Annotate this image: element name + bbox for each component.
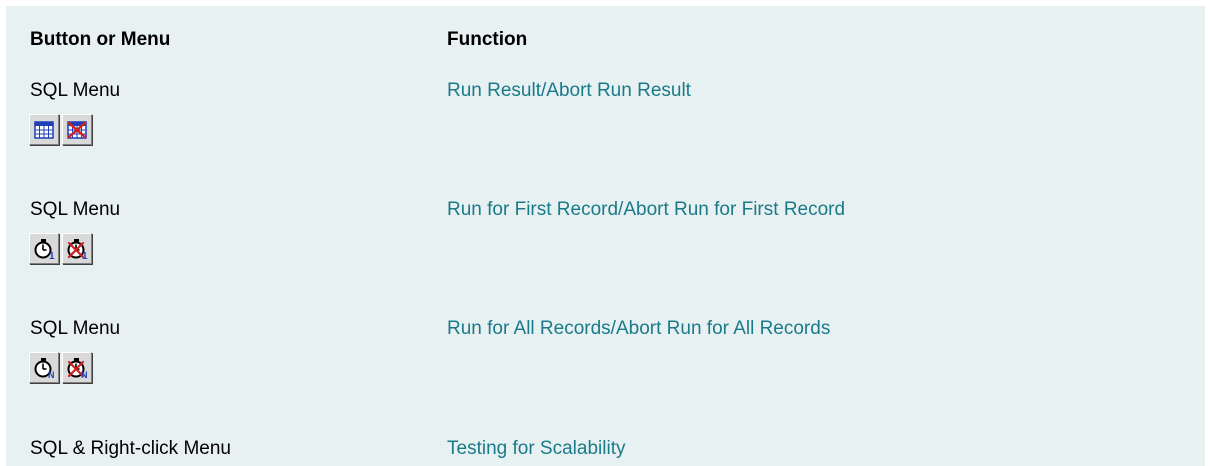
run-result-button[interactable] (29, 114, 59, 145)
svg-text:N: N (81, 370, 88, 379)
toolbar-button-group: N N (29, 352, 92, 383)
menu-location: SQL Menu (30, 318, 121, 339)
menu-location: SQL Menu (30, 80, 121, 101)
svg-text:N: N (48, 370, 55, 379)
column-header-button-or-menu: Button or Menu (30, 29, 171, 50)
function-link-testing-for-scalability[interactable]: Testing for Scalability (447, 438, 625, 460)
abort-run-first-record-stopwatch-icon: 1 (67, 238, 88, 260)
function-link-run-all-records[interactable]: Run for All Records/Abort Run for All Re… (447, 318, 830, 340)
svg-text:1: 1 (49, 251, 55, 260)
menu-location: SQL Menu (30, 199, 121, 220)
abort-run-first-record-button[interactable]: 1 (62, 233, 92, 264)
toolbar-button-group: 1 1 (29, 233, 92, 264)
run-first-record-button[interactable]: 1 (29, 233, 59, 264)
function-link-run-result[interactable]: Run Result/Abort Run Result (447, 80, 691, 102)
column-header-function: Function (447, 29, 528, 50)
run-first-record-stopwatch-icon: 1 (34, 238, 55, 260)
run-result-icon (34, 120, 54, 139)
abort-run-all-records-button[interactable]: N (62, 352, 92, 383)
abort-run-result-button[interactable] (62, 114, 92, 145)
menu-location: SQL & Right-click Menu (30, 438, 231, 459)
function-link-run-first-record[interactable]: Run for First Record/Abort Run for First… (447, 199, 845, 221)
abort-run-all-records-stopwatch-icon: N (67, 357, 88, 379)
toolbar-button-group (29, 114, 92, 145)
abort-run-result-icon (67, 120, 87, 139)
run-all-records-stopwatch-icon: N (34, 357, 55, 379)
svg-text:1: 1 (82, 251, 88, 260)
button-function-table: Button or Menu Function SQL Menu Run Res… (6, 6, 1205, 466)
run-all-records-button[interactable]: N (29, 352, 59, 383)
